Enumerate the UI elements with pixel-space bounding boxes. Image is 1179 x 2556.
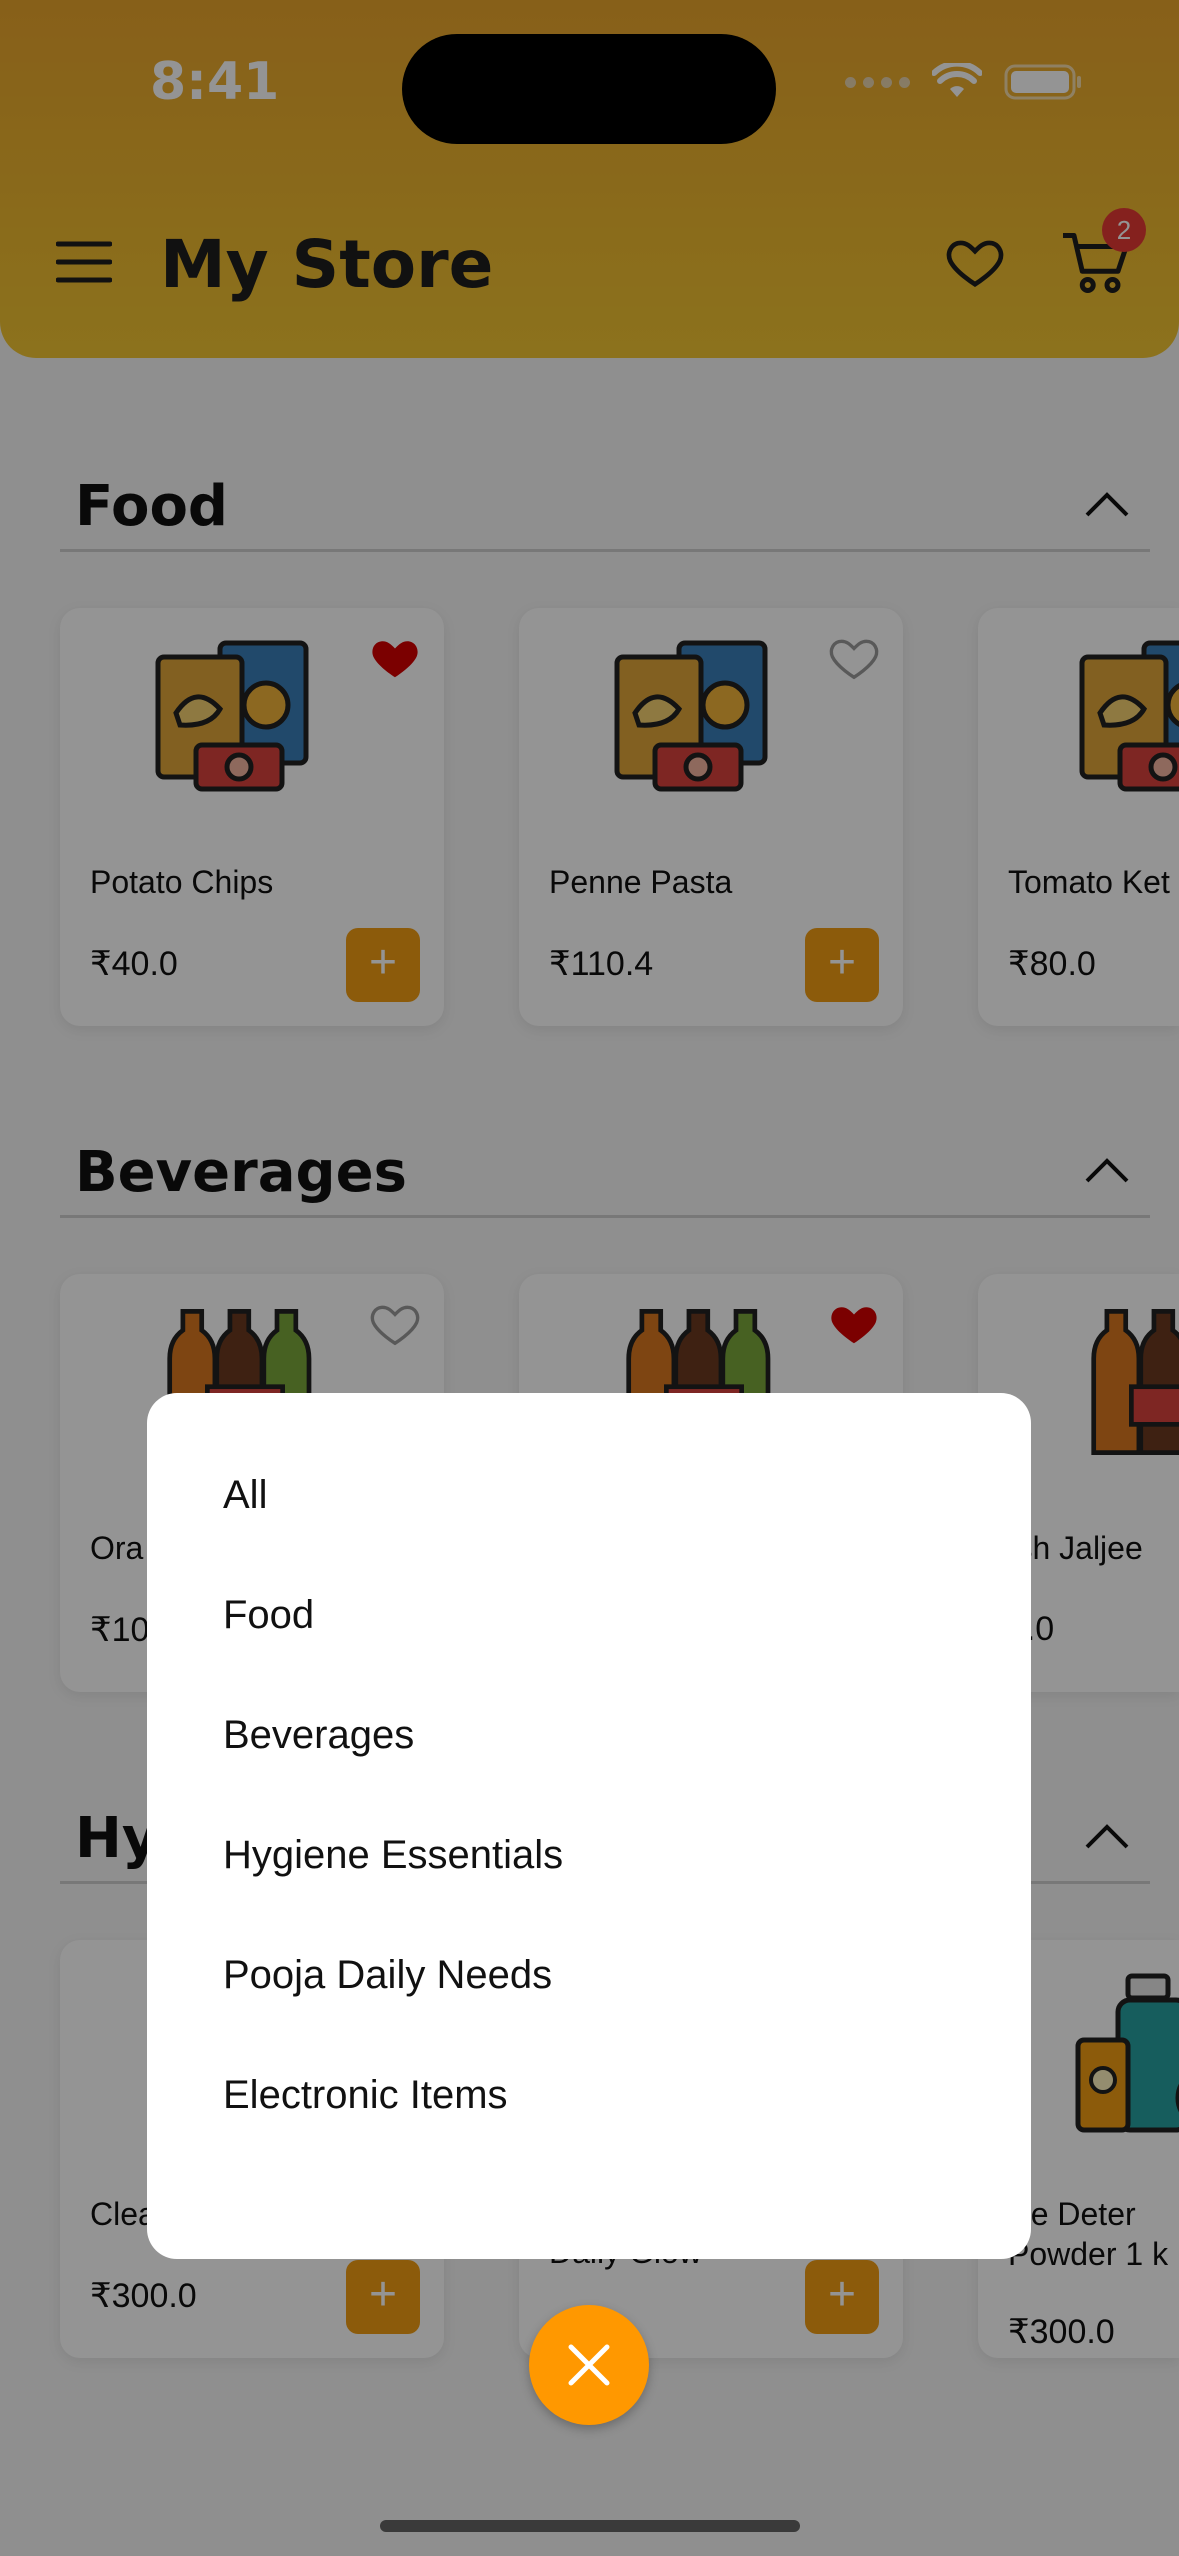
home-indicator[interactable] [380,2520,800,2532]
filter-option-food[interactable]: Food [223,1593,314,1638]
filter-option-hygiene-essentials[interactable]: Hygiene Essentials [223,1833,563,1878]
category-filter-menu: All Food Beverages Hygiene Essentials Po… [147,1393,1031,2259]
filter-option-electronic-items[interactable]: Electronic Items [223,2073,508,2118]
filter-option-all[interactable]: All [223,1473,267,1518]
filter-option-beverages[interactable]: Beverages [223,1713,414,1758]
filter-option-pooja-daily-needs[interactable]: Pooja Daily Needs [223,1953,552,1998]
close-icon [568,2344,610,2386]
close-filter-button[interactable] [529,2305,649,2425]
